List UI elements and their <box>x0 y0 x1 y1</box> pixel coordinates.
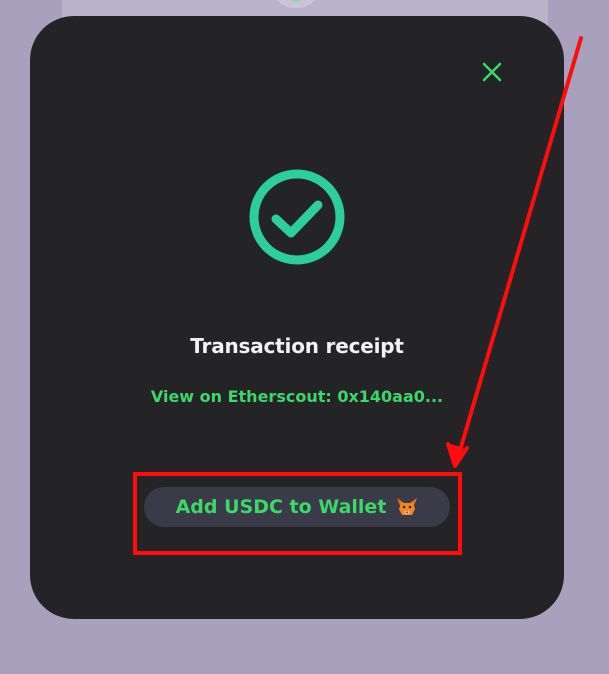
add-token-button-label: Add USDC to Wallet <box>175 496 387 518</box>
transaction-modal: Transaction receipt View on Etherscout: … <box>30 16 564 619</box>
add-token-to-wallet-button[interactable]: Add USDC to Wallet <box>144 487 450 527</box>
modal-title: Transaction receipt <box>190 334 404 358</box>
check-circle-icon <box>246 166 348 268</box>
close-icon <box>482 62 502 82</box>
close-button[interactable] <box>478 58 506 86</box>
fox-wallet-icon <box>397 498 418 515</box>
explorer-link[interactable]: View on Etherscout: 0x140aa0... <box>30 387 564 406</box>
